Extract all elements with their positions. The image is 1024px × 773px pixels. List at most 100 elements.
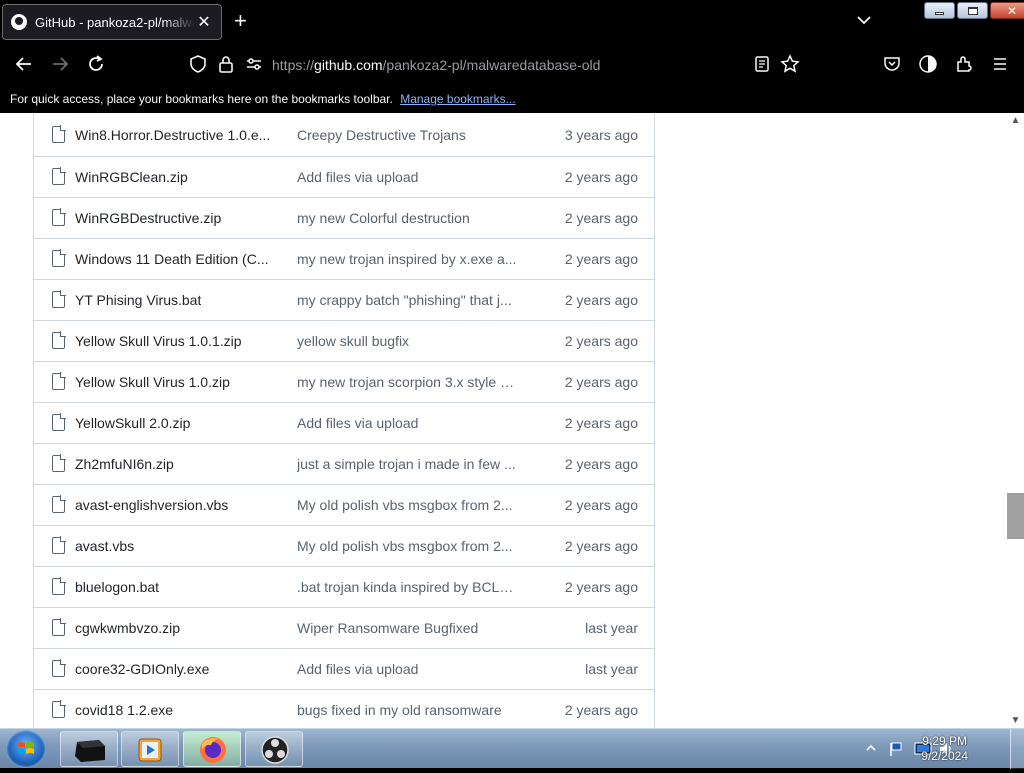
file-name-link[interactable]: Zh2mfuNI6n.zip — [75, 456, 174, 472]
commit-message-link[interactable]: just a simple trojan i made in few ... — [297, 456, 516, 472]
minimize-icon — [935, 12, 944, 15]
show-hidden-icons-icon[interactable] — [866, 743, 876, 753]
menu-icon[interactable] — [990, 54, 1010, 74]
file-name-link[interactable]: YellowSkull 2.0.zip — [75, 415, 190, 431]
reader-view-icon[interactable] — [752, 54, 772, 74]
tab-title: GitHub - pankoza2-pl/malwaredatabase-old — [35, 14, 195, 30]
file-name-link[interactable]: YT Phising Virus.bat — [75, 292, 201, 308]
action-center-flag-icon[interactable] — [888, 741, 904, 757]
tracking-protection-shield-icon[interactable] — [188, 54, 208, 74]
commit-message-link[interactable]: My old polish vbs msgbox from 2... — [297, 538, 513, 554]
file-row[interactable]: Yellow Skull Virus 1.0.1.zip yellow skull… — [34, 321, 654, 362]
commit-message-link[interactable]: Add files via upload — [297, 661, 418, 677]
file-icon — [52, 618, 66, 636]
start-button[interactable] — [6, 730, 46, 768]
url-host: github.com — [314, 57, 383, 73]
media-player-icon — [138, 738, 162, 762]
forward-icon[interactable] — [50, 54, 70, 74]
minimize-button[interactable] — [924, 2, 955, 19]
manage-bookmarks-link[interactable]: Manage bookmarks... — [400, 92, 515, 106]
file-row[interactable]: cgwkwmbvzo.zip Wiper Ransomware Bugfixed l… — [34, 608, 654, 649]
file-row[interactable]: WinRGBClean.zip Add files via upload 2 yea… — [34, 157, 654, 198]
restore-button[interactable] — [957, 2, 988, 19]
url-bar[interactable]: https://github.com/pankoza2-pl/malwareda… — [272, 57, 600, 73]
file-icon — [52, 124, 66, 143]
file-row[interactable]: covid18 1.2.exe bugs fixed in my old rans… — [34, 690, 654, 728]
file-name-link[interactable]: WinRGBDestructive.zip — [75, 210, 221, 226]
firefox-view-icon[interactable] — [918, 54, 938, 74]
taskbar-app-terminal[interactable] — [60, 731, 118, 767]
file-row[interactable]: YT Phising Virus.bat my crappy batch "phi… — [34, 280, 654, 321]
file-row[interactable]: Yellow Skull Virus 1.0.zip my new trojan … — [34, 362, 654, 403]
file-row[interactable]: avast-englishversion.vbs My old polish vb… — [34, 485, 654, 526]
file-name-link[interactable]: Yellow Skull Virus 1.0.zip — [75, 374, 230, 390]
commit-message-link[interactable]: yellow skull bugfix — [297, 333, 409, 349]
system-tray: 9:29 PM 9/2/2024 — [844, 729, 1024, 769]
commit-message-link[interactable]: bugs fixed in my old ransomware — [297, 702, 502, 718]
file-name-link[interactable]: Windows 11 Death Edition (C... — [75, 251, 269, 267]
file-name-link[interactable]: avast-englishversion.vbs — [75, 497, 228, 513]
file-row[interactable]: Windows 11 Death Edition (C... my new tro… — [34, 239, 654, 280]
extensions-icon[interactable] — [954, 54, 974, 74]
commit-message-link[interactable]: my new trojan inspired by x.exe a... — [297, 251, 516, 267]
commit-age: 2 years ago — [564, 169, 638, 185]
file-name-link[interactable]: covid18 1.2.exe — [75, 702, 173, 718]
file-name-link[interactable]: WinRGBClean.zip — [75, 169, 188, 185]
file-icon — [52, 167, 66, 185]
commit-message-link[interactable]: my new Colorful destruction — [297, 210, 470, 226]
page-scrollbar[interactable]: ▲ ▼ — [1007, 113, 1024, 728]
scroll-up-icon[interactable]: ▲ — [1010, 115, 1021, 126]
file-name-link[interactable]: Win8.Horror.Destructive 1.0.e... — [75, 127, 270, 143]
file-name-link[interactable]: coore32-GDIOnly.exe — [75, 661, 209, 677]
url-prefix: https:// — [272, 57, 315, 73]
commit-message-link[interactable]: Creepy Destructive Trojans — [297, 127, 466, 143]
scrollbar-thumb[interactable] — [1007, 493, 1024, 539]
reload-icon[interactable] — [86, 54, 106, 74]
new-tab-icon[interactable]: + — [234, 10, 247, 32]
pocket-icon[interactable] — [882, 54, 902, 74]
github-favicon-icon — [11, 14, 27, 30]
commit-message-link[interactable]: My old polish vbs msgbox from 2... — [297, 497, 513, 513]
commit-message-link[interactable]: Wiper Ransomware Bugfixed — [297, 620, 478, 636]
back-icon[interactable] — [14, 54, 34, 74]
commit-message-link[interactable]: Add files via upload — [297, 415, 418, 431]
clock[interactable]: 9:29 PM 9/2/2024 — [921, 734, 968, 764]
commit-message-link[interactable]: my new trojan scorpion 3.x style b... — [297, 374, 519, 390]
firefox-icon — [200, 737, 226, 763]
taskbar-app-firefox[interactable] — [183, 731, 241, 767]
commit-message-link[interactable]: my crappy batch "phishing" that j... — [297, 292, 512, 308]
file-icon — [52, 577, 66, 595]
file-name-link[interactable]: bluelogon.bat — [75, 579, 159, 595]
commit-message-link[interactable]: Add files via upload — [297, 169, 418, 185]
show-desktop-button[interactable] — [1010, 729, 1024, 769]
file-row[interactable]: YellowSkull 2.0.zip Add files via upload 2… — [34, 403, 654, 444]
file-row[interactable]: bluelogon.bat .bat trojan kinda inspired … — [34, 567, 654, 608]
commit-message-link[interactable]: .bat trojan kinda inspired by BCLD... — [297, 579, 519, 595]
permissions-icon[interactable] — [244, 54, 264, 74]
browser-tab[interactable]: GitHub - pankoza2-pl/malwaredatabase-old… — [2, 4, 222, 40]
windows-logo-icon — [18, 742, 34, 754]
file-icon — [52, 372, 66, 390]
commit-age: 3 years ago — [564, 126, 638, 143]
file-name-link[interactable]: Yellow Skull Virus 1.0.1.zip — [75, 333, 242, 349]
commit-age: last year — [585, 620, 638, 636]
taskbar-app-media-player[interactable] — [121, 731, 179, 767]
restore-icon — [967, 6, 978, 15]
list-all-tabs-icon[interactable] — [856, 12, 872, 28]
file-name-link[interactable]: cgwkwmbvzo.zip — [75, 620, 180, 636]
taskbar-app-obs[interactable] — [245, 731, 303, 767]
file-row[interactable]: avast.vbs My old polish vbs msgbox from 2… — [34, 526, 654, 567]
file-row[interactable]: coore32-GDIOnly.exe Add files via upload l… — [34, 649, 654, 690]
close-window-button[interactable]: ✕ — [990, 2, 1024, 19]
file-row[interactable]: Zh2mfuNI6n.zip just a simple trojan i mad… — [34, 444, 654, 485]
commit-age: 2 years ago — [564, 415, 638, 431]
bookmark-star-icon[interactable] — [780, 54, 800, 74]
file-row[interactable]: Win8.Horror.Destructive 1.0.e... Creepy D… — [34, 113, 654, 157]
scroll-down-icon[interactable]: ▼ — [1010, 715, 1021, 726]
lock-icon[interactable] — [216, 54, 236, 74]
close-tab-icon[interactable]: ✕ — [195, 12, 213, 32]
file-row[interactable]: WinRGBDestructive.zip my new Colorful des… — [34, 198, 654, 239]
commit-age: 2 years ago — [564, 538, 638, 554]
file-name-link[interactable]: avast.vbs — [75, 538, 134, 554]
commit-age: 2 years ago — [564, 579, 638, 595]
